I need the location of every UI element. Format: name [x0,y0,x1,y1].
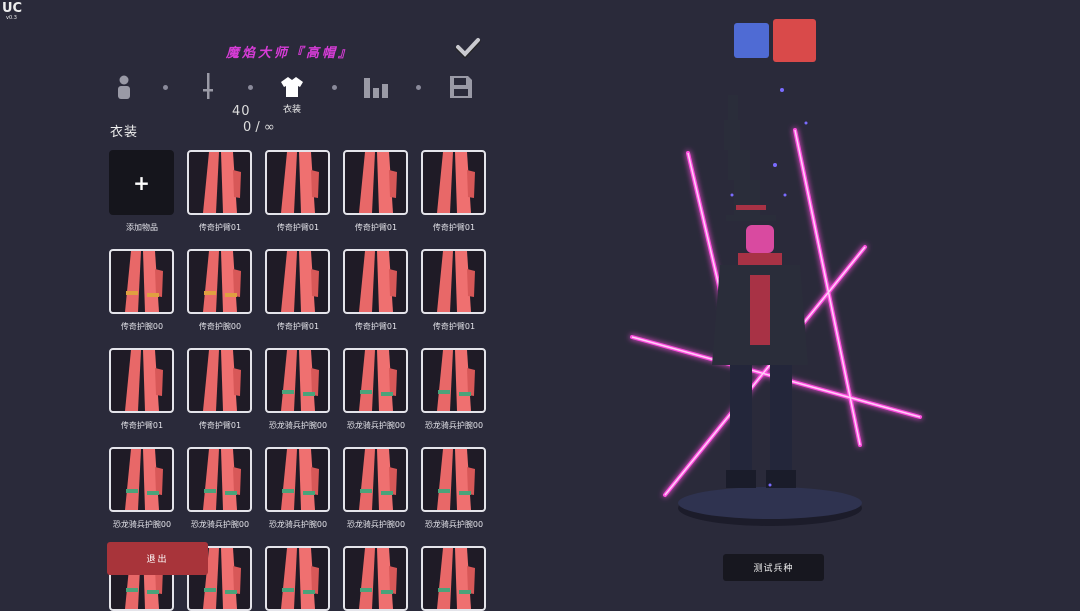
tab-separator [163,85,168,90]
item-tile[interactable] [343,447,408,512]
bracer-thumbnail-icon [125,350,163,411]
item-label: 恐龙骑兵护腕00 [424,520,484,529]
add-item-label: 添加物品 [126,223,158,232]
add-item-button[interactable]: + [109,150,174,215]
tab-unit[interactable] [109,72,139,102]
bracer-thumbnail-icon [281,548,319,609]
unit-preview[interactable] [610,75,940,535]
bracer-thumbnail-icon [359,548,397,609]
item-tile[interactable] [421,546,486,611]
bar-chart-icon [364,78,388,98]
item-tile[interactable] [265,150,330,215]
tab-save[interactable] [446,72,476,102]
item-tile[interactable] [265,447,330,512]
item-label: 恐龙骑兵护腕00 [346,520,406,529]
bracer-thumbnail-icon [437,152,475,213]
bracer-thumbnail-icon [281,152,319,213]
item-label: 恐龙骑兵护腕00 [268,421,328,430]
item-tile[interactable] [109,249,174,314]
bracer-thumbnail-icon [125,449,163,510]
bracer-thumbnail-icon [437,449,475,510]
item-label: 传奇护臂01 [276,322,320,331]
bracer-thumbnail-icon [359,251,397,312]
item-label: 恐龙骑兵护腕00 [424,421,484,430]
bracer-thumbnail-icon [437,350,475,411]
item-tile[interactable] [187,348,252,413]
item-tile[interactable] [343,546,408,611]
bracer-thumbnail-icon [359,152,397,213]
section-title: 衣装 [110,125,139,140]
tab-separator [248,85,253,90]
item-label: 传奇护臂01 [198,223,242,232]
bracer-thumbnail-icon [203,251,241,312]
item-tile[interactable] [109,447,174,512]
item-tile[interactable] [421,447,486,512]
item-label: 传奇护腕00 [120,322,164,331]
tab-stats[interactable] [361,72,391,102]
bracer-thumbnail-icon [203,152,241,213]
item-tile[interactable] [109,348,174,413]
bracer-thumbnail-icon [437,251,475,312]
plus-icon: + [133,170,150,195]
unit-title: 魔焰大师『高帽』 [225,46,354,61]
item-tile[interactable] [265,348,330,413]
item-tile[interactable] [187,249,252,314]
tab-clothing[interactable] [277,72,307,102]
item-label: 传奇护臂01 [276,223,320,232]
team-red-button[interactable] [773,19,816,62]
bracer-thumbnail-icon [437,548,475,609]
item-label: 恐龙骑兵护腕00 [346,421,406,430]
item-tile[interactable] [187,447,252,512]
bracer-thumbnail-icon [281,350,319,411]
item-label: 恐龙骑兵护腕00 [112,520,172,529]
item-tile[interactable] [421,150,486,215]
item-tile[interactable] [421,249,486,314]
logo-text: UC [2,1,23,16]
item-label: 传奇护臂01 [120,421,164,430]
item-tile[interactable] [265,546,330,611]
item-label: 恐龙骑兵护腕00 [268,520,328,529]
item-label: 传奇护腕00 [198,322,242,331]
shirt-icon [281,77,303,97]
bracer-thumbnail-icon [203,449,241,510]
bracer-thumbnail-icon [359,449,397,510]
item-label: 传奇护臂01 [354,322,398,331]
bracer-thumbnail-icon [281,251,319,312]
save-icon [450,76,472,98]
app-logo: UC v0.3 [2,2,28,26]
sword-icon [203,73,213,99]
person-icon [118,75,130,99]
item-tile[interactable] [187,150,252,215]
exit-button[interactable]: 退出 [107,542,208,575]
item-tile[interactable] [343,249,408,314]
bracer-thumbnail-icon [125,251,163,312]
tab-clothing-label: 衣装 [282,105,301,115]
bracer-thumbnail-icon [281,449,319,510]
team-blue-button[interactable] [734,23,769,58]
tab-weapon[interactable] [193,72,223,102]
item-label: 传奇护臂01 [354,223,398,232]
item-tile[interactable] [421,348,486,413]
item-capacity: 0 / ∞ [243,120,275,135]
item-tile[interactable] [265,249,330,314]
item-tile[interactable] [343,348,408,413]
tab-separator [416,85,421,90]
bracer-thumbnail-icon [359,350,397,411]
item-count: 40 [232,104,251,119]
confirm-checkmark-icon[interactable] [455,37,481,59]
item-label: 传奇护臂01 [432,223,476,232]
test-unit-button[interactable]: 测试兵种 [723,554,824,581]
item-label: 传奇护臂01 [432,322,476,331]
tab-separator [332,85,337,90]
item-label: 恐龙骑兵护腕00 [190,520,250,529]
item-label: 传奇护臂01 [198,421,242,430]
bracer-thumbnail-icon [203,350,241,411]
item-tile[interactable] [343,150,408,215]
